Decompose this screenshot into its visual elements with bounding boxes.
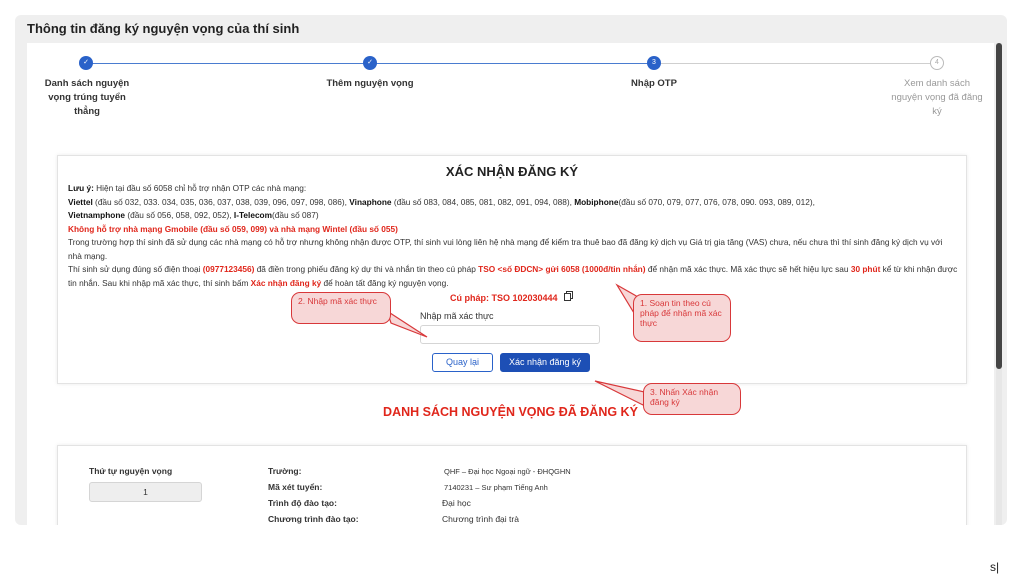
main-panel: Thông tin đăng ký nguyện vọng của thí si… xyxy=(15,15,1007,525)
code-label: Mã xét tuyển: xyxy=(268,482,323,492)
order-value: 1 xyxy=(89,482,202,502)
callout-1: 1. Soạn tin theo cú pháp để nhận mã xác … xyxy=(633,294,731,342)
callout-3-pointer xyxy=(594,380,650,406)
content-area: ✓ Danh sách nguyện vọng trúng tuyển thẳn… xyxy=(27,43,994,525)
stray-glyph: s| xyxy=(990,560,1000,574)
callout-2: 2. Nhập mã xác thực xyxy=(291,292,391,324)
level-label: Trình độ đào tạo: xyxy=(268,498,337,508)
callout-2-pointer xyxy=(385,309,428,338)
scrollbar-thumb[interactable] xyxy=(996,43,1002,369)
program-value: Chương trình đại trà xyxy=(442,514,519,524)
page-title: Thông tin đăng ký nguyện vọng của thí si… xyxy=(27,21,300,36)
school-value: QHF – Đại học Ngoại ngữ - ĐHQGHN xyxy=(444,467,571,476)
level-value: Đại học xyxy=(442,498,471,508)
code-value: 7140231 – Sư phạm Tiếng Anh xyxy=(444,483,548,492)
registered-list-title: DANH SÁCH NGUYỆN VỌNG ĐÃ ĐĂNG KÝ xyxy=(383,405,638,419)
program-label: Chương trình đào tạo: xyxy=(268,514,359,524)
registered-item-card: Thứ tự nguyện vọng 1 Trường: QHF – Đại h… xyxy=(57,445,967,525)
school-label: Trường: xyxy=(268,466,302,476)
order-label: Thứ tự nguyện vọng xyxy=(89,466,173,476)
